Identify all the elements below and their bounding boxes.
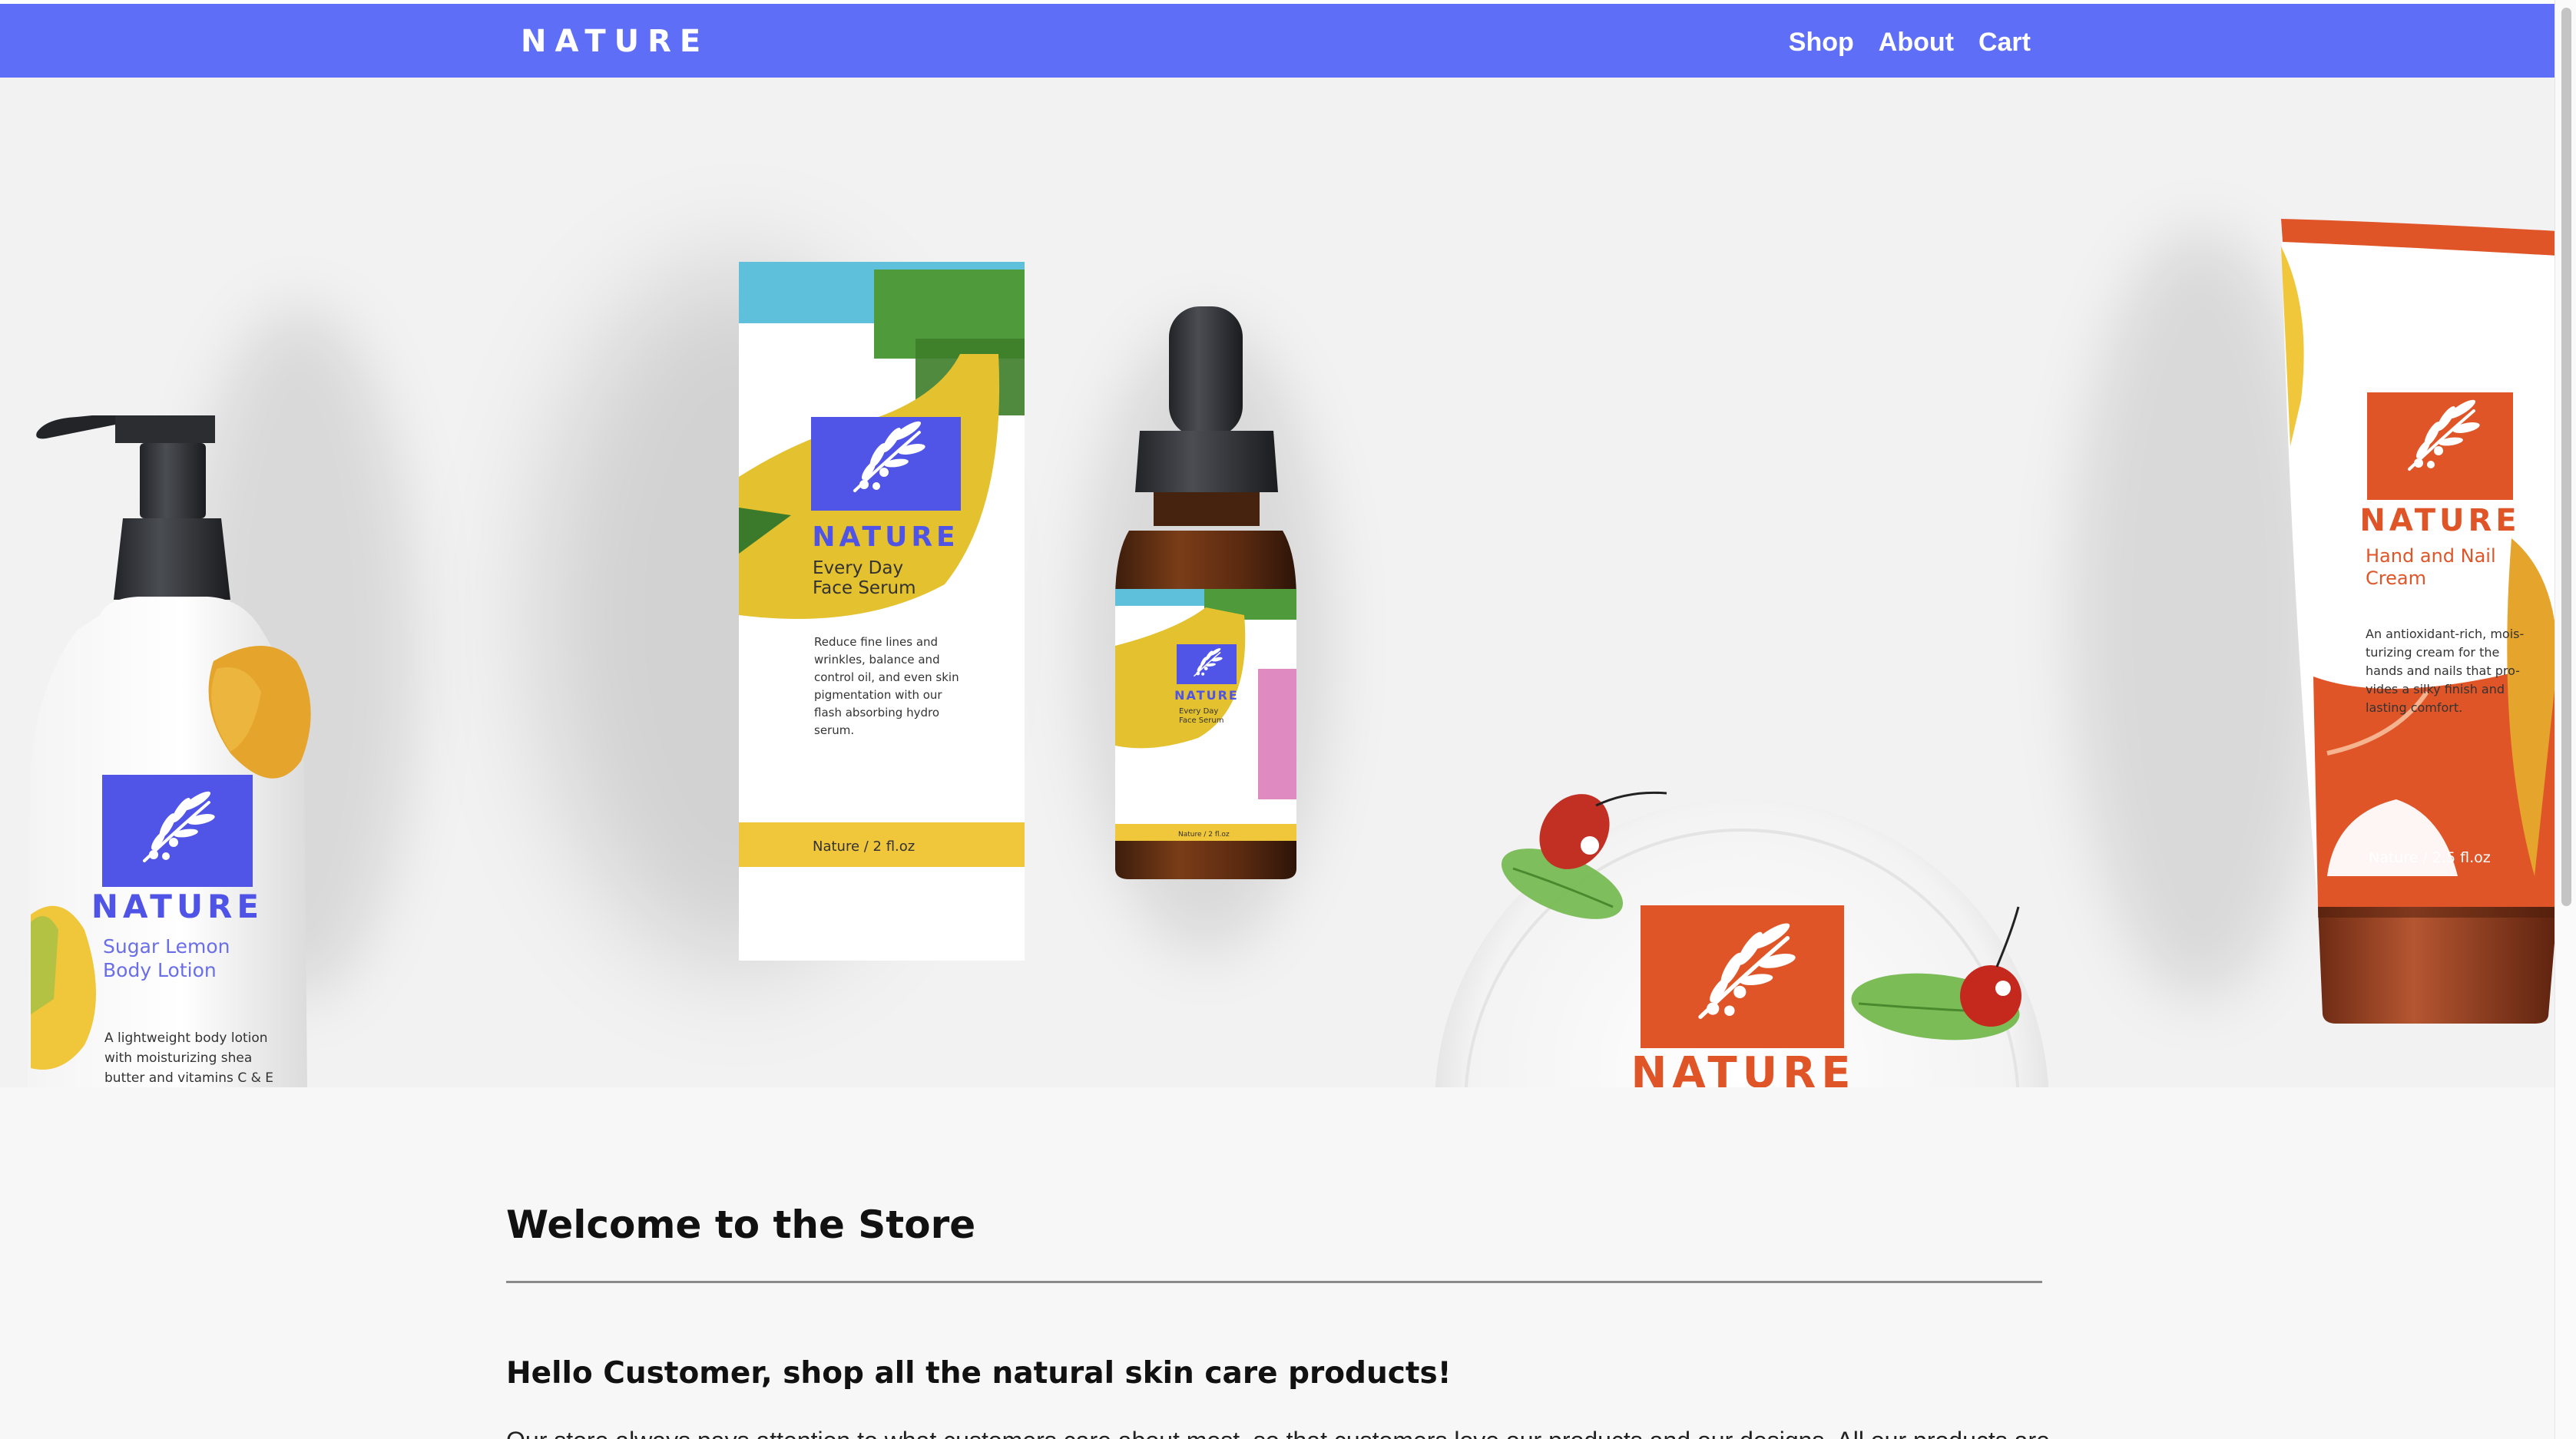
tube-brand-text: NATURE (2359, 503, 2520, 538)
lotion-desc-2: with moisturizing shea (104, 1050, 252, 1066)
lotion-bottle: NATURE Sugar Lemon Body Lotion A lightwe… (28, 415, 311, 1087)
tube-name-1: Hand and Nail (2366, 545, 2496, 567)
serum-bottle-footer: Nature / 2 fl.oz (1178, 831, 1230, 839)
tube-desc-1: An antioxidant-rich, mois- (2366, 627, 2524, 641)
page-scrollbar[interactable] (2554, 0, 2576, 1439)
tube-footer: Nature / 2.5 fl.oz (2369, 849, 2491, 866)
serum-box-footer: Nature / 2 fl.oz (813, 839, 915, 855)
brand-logo[interactable]: NATURE (521, 24, 709, 59)
jar-brand-text: NATURE (1631, 1048, 1856, 1087)
serum-box-desc-6: serum. (814, 723, 854, 737)
welcome-title: Welcome to the Store (506, 1202, 976, 1247)
serum-box-desc-1: Reduce fine lines and (814, 635, 938, 649)
hero-banner: NATURE Sugar Lemon Body Lotion A lightwe… (0, 78, 2554, 1087)
serum-bottle-name-1: Every Day (1179, 707, 1218, 716)
serum-box-desc-4: pigmentation with our (814, 688, 942, 702)
serum-bottle: NATURE Every Day Face Serum Nature / 2 f… (1115, 306, 1296, 879)
serum-box-desc-3: control oil, and even skin (814, 670, 959, 684)
serum-box-name-2: Face Serum (813, 578, 916, 598)
nav-links: Shop About Cart (1789, 25, 2031, 59)
tube-desc-3: hands and nails that pro- (2366, 663, 2520, 678)
serum-box-desc-5: flash absorbing hydro (814, 706, 939, 720)
serum-bottle-name-2: Face Serum (1179, 716, 1223, 725)
intro-paragraph: Our store always pays attention to what … (506, 1424, 2065, 1439)
hand-cream-tube: NATURE Hand and Nail Cream An antioxidan… (2281, 219, 2554, 1024)
store-page: NATURE Shop About Cart NATURE Sugar Lemo… (0, 0, 2554, 1439)
cream-jar: NATURE (1435, 791, 2049, 1087)
lotion-name-1: Sugar Lemon (103, 935, 230, 958)
serum-box-name-1: Every Day (813, 558, 903, 578)
nav-link-shop[interactable]: Shop (1789, 25, 1854, 59)
lotion-brand-text: NATURE (91, 888, 263, 925)
serum-bottle-brand-text: NATURE (1174, 688, 1239, 703)
section-divider (506, 1281, 2042, 1283)
tube-desc-5: lasting comfort. (2366, 700, 2462, 715)
serum-box: NATURE Every Day Face Serum Reduce fine … (739, 262, 1025, 961)
main-content: Welcome to the Store Hello Customer, sho… (0, 1087, 2554, 1439)
product-illustration: NATURE Sugar Lemon Body Lotion A lightwe… (28, 219, 2554, 1087)
lotion-name-2: Body Lotion (103, 959, 217, 981)
serum-box-brand-text: NATURE (812, 521, 959, 553)
lotion-desc-3: butter and vitamins C & E (104, 1070, 273, 1086)
serum-box-desc-2: wrinkles, balance and (814, 653, 940, 667)
tube-desc-4: vides a silky finish and (2366, 682, 2505, 696)
navbar: NATURE Shop About Cart (0, 4, 2554, 78)
tube-name-2: Cream (2366, 567, 2426, 589)
tube-desc-2: turizing cream for the (2366, 645, 2499, 660)
nav-link-about[interactable]: About (1879, 25, 1954, 59)
nav-link-cart[interactable]: Cart (1978, 25, 2031, 59)
scrollbar-thumb[interactable] (2561, 8, 2571, 906)
hello-heading: Hello Customer, shop all the natural ski… (506, 1356, 1452, 1391)
lotion-desc-1: A lightweight body lotion (104, 1030, 268, 1046)
